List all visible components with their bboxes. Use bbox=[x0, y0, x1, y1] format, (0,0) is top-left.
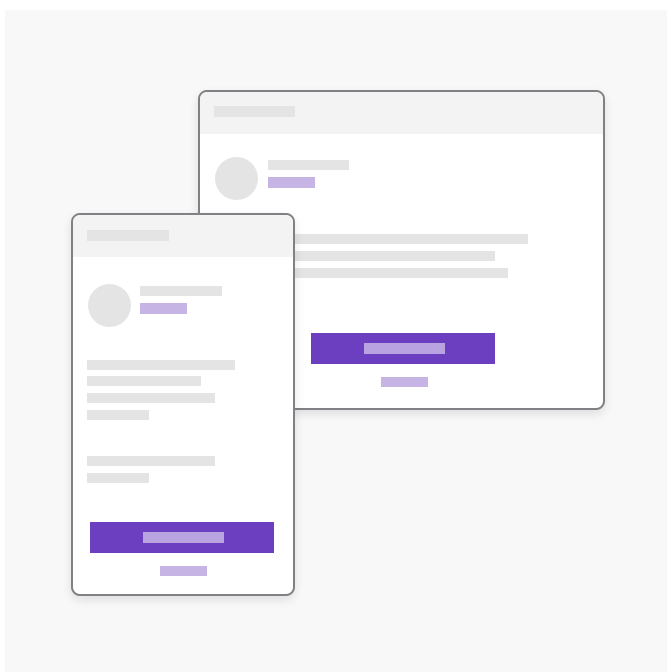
mobile-text-line-2 bbox=[87, 376, 201, 386]
mobile-name-placeholder bbox=[140, 286, 222, 296]
desktop-title-placeholder bbox=[214, 106, 295, 117]
mobile-titlebar bbox=[73, 215, 293, 257]
mobile-text-line-5 bbox=[87, 456, 215, 466]
desktop-secondary-link[interactable] bbox=[381, 377, 428, 387]
mobile-title-placeholder bbox=[87, 230, 169, 241]
desktop-name-placeholder bbox=[268, 160, 349, 170]
mobile-text-line-1 bbox=[87, 360, 235, 370]
mobile-text-line-4 bbox=[87, 410, 149, 420]
mobile-text-line-3 bbox=[87, 393, 215, 403]
mobile-avatar-icon bbox=[88, 284, 131, 327]
illustration-canvas bbox=[5, 10, 667, 672]
mobile-primary-button[interactable] bbox=[90, 522, 274, 553]
mobile-subtitle-placeholder bbox=[140, 303, 187, 314]
mobile-text-line-6 bbox=[87, 473, 149, 483]
desktop-subtitle-placeholder bbox=[268, 177, 315, 188]
desktop-primary-button-label bbox=[364, 343, 445, 354]
mobile-secondary-link[interactable] bbox=[160, 566, 207, 576]
mobile-primary-button-label bbox=[143, 532, 224, 543]
desktop-text-line-3 bbox=[295, 268, 508, 278]
desktop-titlebar bbox=[200, 92, 603, 134]
desktop-text-line-2 bbox=[295, 251, 495, 261]
desktop-primary-button[interactable] bbox=[311, 333, 495, 364]
mobile-window bbox=[71, 213, 295, 596]
desktop-text-line-1 bbox=[295, 234, 528, 244]
desktop-avatar-icon bbox=[215, 157, 258, 200]
